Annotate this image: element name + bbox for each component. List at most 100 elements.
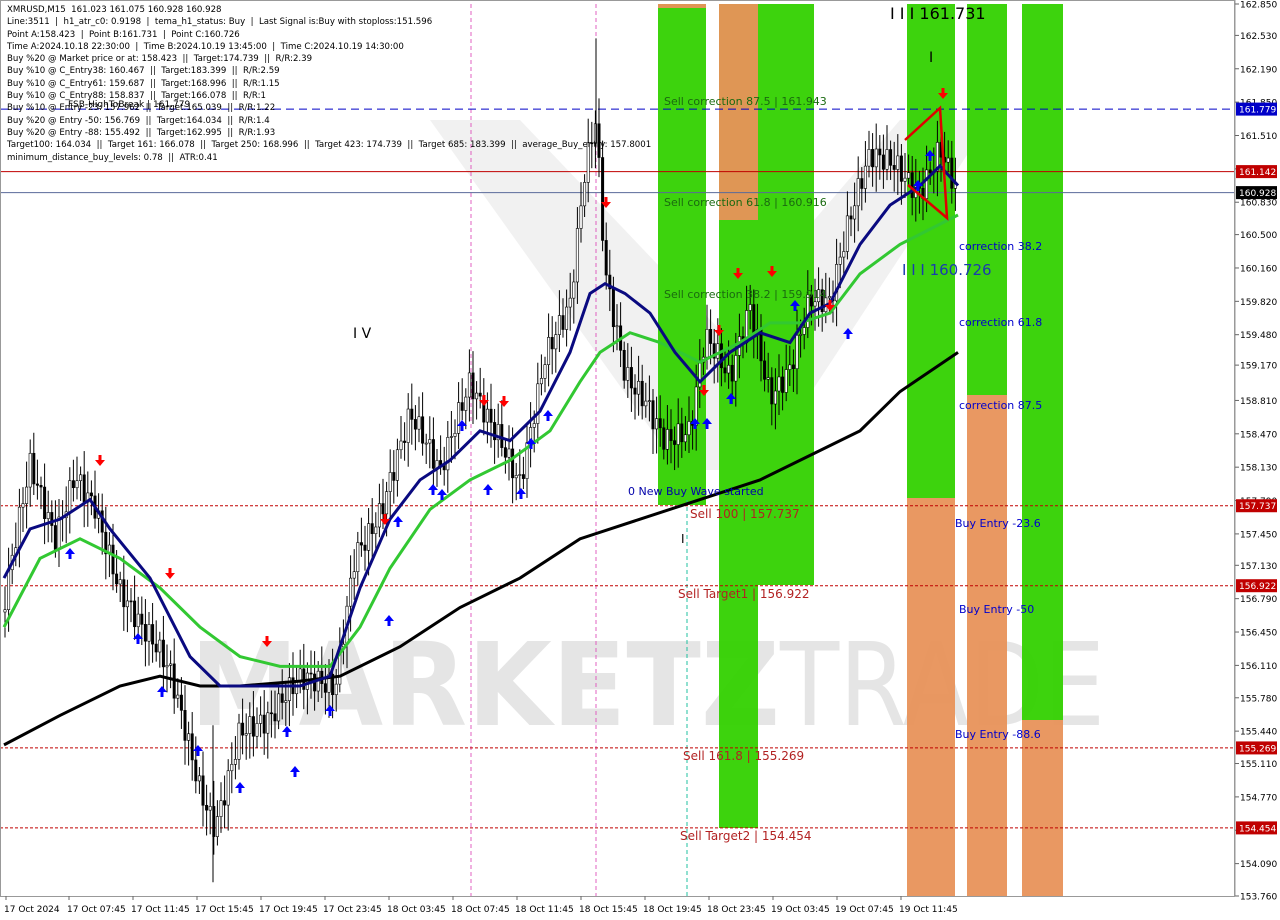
candle xyxy=(93,470,97,529)
candle-body xyxy=(853,205,857,220)
candle-body xyxy=(446,437,450,471)
candle xyxy=(118,571,122,603)
candle-body xyxy=(827,296,831,299)
candle-body xyxy=(115,573,119,585)
candle xyxy=(61,500,65,542)
candle xyxy=(75,456,79,500)
info-line: Line:3511 | h1_atr_c0: 0.9198 | tema_h1_… xyxy=(7,17,433,28)
buy-arrow-icon xyxy=(483,484,493,495)
candle-body xyxy=(449,436,453,438)
candle xyxy=(226,759,230,831)
candle xyxy=(421,392,425,456)
zone-orange-6 xyxy=(1022,720,1063,896)
candle-body xyxy=(669,429,673,441)
candle xyxy=(543,356,547,393)
candle xyxy=(43,463,47,545)
candle-body xyxy=(89,492,93,497)
zone-green-4 xyxy=(907,4,955,498)
candle-body xyxy=(892,165,896,170)
buy-arrow-icon xyxy=(235,782,245,793)
candle-body xyxy=(773,390,777,405)
candle-body xyxy=(622,349,626,381)
annotation-sell-corr-618: Sell correction 61.8 | 160.916 xyxy=(664,196,827,209)
candle-body xyxy=(835,264,839,302)
price-box-label: 161.779 xyxy=(1239,106,1276,116)
candle xyxy=(125,579,129,633)
candle-body xyxy=(190,733,194,761)
sell-arrow-icon xyxy=(165,568,175,579)
candle-body xyxy=(838,256,842,265)
buy-arrow-shape xyxy=(65,548,75,559)
candle xyxy=(215,800,219,846)
candle-body xyxy=(183,710,187,741)
candle xyxy=(529,402,533,468)
candle-body xyxy=(752,304,756,335)
candle-body xyxy=(716,343,720,359)
x-tick-label: 17 Oct 11:45 xyxy=(131,905,190,915)
candle-body xyxy=(633,387,637,395)
candle-body xyxy=(860,178,864,189)
y-tick-label: 156.110 xyxy=(1240,662,1277,672)
candle xyxy=(25,461,29,529)
candle-body xyxy=(21,503,25,508)
price-box-label: 157.737 xyxy=(1239,502,1276,512)
y-tick-label: 155.440 xyxy=(1240,728,1277,738)
candle xyxy=(179,677,183,729)
info-line: Buy %10 @ Entry -23: 157.962 || Target:1… xyxy=(7,103,276,114)
annotation-corr-382: correction 38.2 xyxy=(959,240,1042,253)
candle xyxy=(464,388,468,430)
y-tick-label: 160.830 xyxy=(1240,199,1277,209)
candle xyxy=(151,603,155,663)
candle-body xyxy=(262,714,266,734)
candle-body xyxy=(3,609,7,613)
candle-body xyxy=(413,419,417,430)
candle-body xyxy=(770,377,774,405)
candle-body xyxy=(777,376,781,392)
candle-body xyxy=(683,434,687,443)
buy-arrow-shape xyxy=(235,782,245,793)
candle-body xyxy=(363,544,367,551)
candle-body xyxy=(266,712,270,734)
candle xyxy=(521,456,525,490)
candle-body xyxy=(244,733,248,736)
annotation-corr-875: correction 87.5 xyxy=(959,399,1042,412)
y-tick-label: 160.500 xyxy=(1240,231,1277,241)
candle-body xyxy=(896,155,900,170)
candle xyxy=(431,417,435,493)
y-axis: 162.850162.530162.190161.850161.510161.1… xyxy=(1234,0,1280,920)
candle-body xyxy=(133,600,137,628)
candle xyxy=(446,420,450,493)
candle xyxy=(143,599,147,667)
candle xyxy=(496,403,500,458)
candle-body xyxy=(255,723,259,737)
candle-body xyxy=(32,452,36,485)
candle-body xyxy=(475,392,479,400)
price-box-label: 156.922 xyxy=(1239,582,1276,592)
candle-body xyxy=(554,334,558,350)
candle-body xyxy=(280,693,284,703)
candle-body xyxy=(179,694,183,711)
candle-body xyxy=(611,288,615,328)
candle-body xyxy=(637,380,641,395)
candle xyxy=(500,400,504,457)
candle xyxy=(21,487,25,533)
candle xyxy=(129,587,133,623)
candle xyxy=(352,549,356,600)
y-tick-label: 153.760 xyxy=(1240,893,1277,903)
candle-body xyxy=(35,483,39,486)
candle-body xyxy=(421,416,425,444)
candle xyxy=(17,488,21,568)
candle xyxy=(57,498,61,567)
candle-body xyxy=(727,364,731,374)
info-line: Buy %20 @ Entry -50: 156.769 || Target:1… xyxy=(7,115,270,126)
x-tick-label: 17 Oct 23:45 xyxy=(323,905,382,915)
candle-body xyxy=(68,480,72,513)
candle xyxy=(547,313,551,387)
candle-body xyxy=(705,329,709,358)
candle-body xyxy=(82,474,86,503)
candle xyxy=(539,354,543,396)
candle-body xyxy=(889,149,893,166)
candle-body xyxy=(845,215,849,252)
candle xyxy=(424,433,428,464)
candle-body xyxy=(863,165,867,189)
